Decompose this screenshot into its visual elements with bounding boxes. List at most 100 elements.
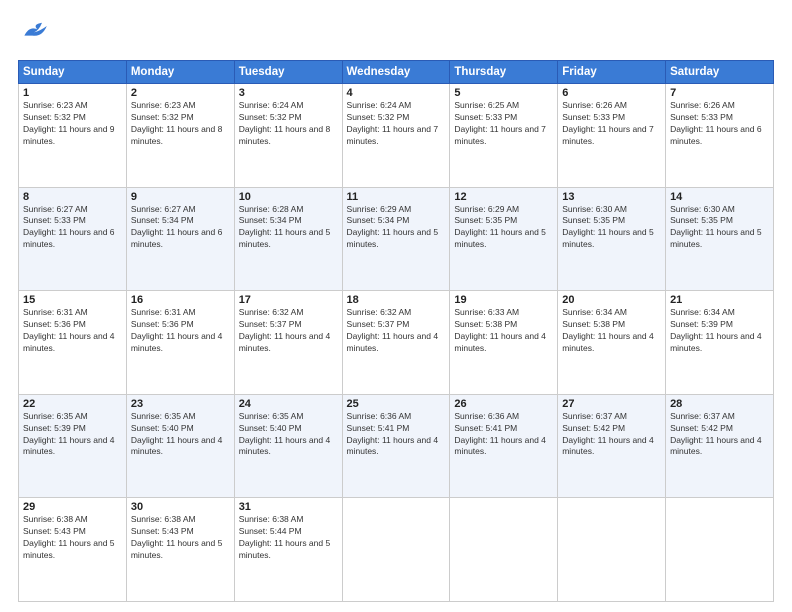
day-number: 11 <box>347 191 446 203</box>
calendar-cell: 22 Sunrise: 6:35 AMSunset: 5:39 PMDaylig… <box>19 394 127 498</box>
calendar-cell: 2 Sunrise: 6:23 AMSunset: 5:32 PMDayligh… <box>126 84 234 188</box>
cell-info: Sunrise: 6:30 AMSunset: 5:35 PMDaylight:… <box>562 204 661 252</box>
day-number: 25 <box>347 398 446 410</box>
calendar-cell: 5 Sunrise: 6:25 AMSunset: 5:33 PMDayligh… <box>450 84 558 188</box>
cell-info: Sunrise: 6:33 AMSunset: 5:38 PMDaylight:… <box>454 307 553 355</box>
calendar-week-2: 8 Sunrise: 6:27 AMSunset: 5:33 PMDayligh… <box>19 187 774 291</box>
weekday-header-row: SundayMondayTuesdayWednesdayThursdayFrid… <box>19 61 774 84</box>
calendar-cell: 31 Sunrise: 6:38 AMSunset: 5:44 PMDaylig… <box>234 498 342 602</box>
day-number: 20 <box>562 294 661 306</box>
cell-info: Sunrise: 6:37 AMSunset: 5:42 PMDaylight:… <box>670 411 769 459</box>
calendar-cell <box>666 498 774 602</box>
calendar-week-3: 15 Sunrise: 6:31 AMSunset: 5:36 PMDaylig… <box>19 291 774 395</box>
day-number: 1 <box>23 87 122 99</box>
day-number: 27 <box>562 398 661 410</box>
calendar-table: SundayMondayTuesdayWednesdayThursdayFrid… <box>18 60 774 602</box>
calendar-cell: 6 Sunrise: 6:26 AMSunset: 5:33 PMDayligh… <box>558 84 666 188</box>
weekday-header-monday: Monday <box>126 61 234 84</box>
calendar-cell: 10 Sunrise: 6:28 AMSunset: 5:34 PMDaylig… <box>234 187 342 291</box>
logo-icon <box>18 18 50 50</box>
calendar-cell: 7 Sunrise: 6:26 AMSunset: 5:33 PMDayligh… <box>666 84 774 188</box>
calendar-cell: 21 Sunrise: 6:34 AMSunset: 5:39 PMDaylig… <box>666 291 774 395</box>
calendar-cell: 16 Sunrise: 6:31 AMSunset: 5:36 PMDaylig… <box>126 291 234 395</box>
calendar-cell: 19 Sunrise: 6:33 AMSunset: 5:38 PMDaylig… <box>450 291 558 395</box>
calendar-cell: 1 Sunrise: 6:23 AMSunset: 5:32 PMDayligh… <box>19 84 127 188</box>
cell-info: Sunrise: 6:36 AMSunset: 5:41 PMDaylight:… <box>454 411 553 459</box>
cell-info: Sunrise: 6:29 AMSunset: 5:34 PMDaylight:… <box>347 204 446 252</box>
calendar-cell <box>558 498 666 602</box>
day-number: 8 <box>23 191 122 203</box>
cell-info: Sunrise: 6:34 AMSunset: 5:38 PMDaylight:… <box>562 307 661 355</box>
cell-info: Sunrise: 6:24 AMSunset: 5:32 PMDaylight:… <box>239 100 338 148</box>
day-number: 7 <box>670 87 769 99</box>
weekday-header-wednesday: Wednesday <box>342 61 450 84</box>
calendar-cell: 23 Sunrise: 6:35 AMSunset: 5:40 PMDaylig… <box>126 394 234 498</box>
cell-info: Sunrise: 6:26 AMSunset: 5:33 PMDaylight:… <box>670 100 769 148</box>
calendar-cell: 11 Sunrise: 6:29 AMSunset: 5:34 PMDaylig… <box>342 187 450 291</box>
day-number: 28 <box>670 398 769 410</box>
day-number: 19 <box>454 294 553 306</box>
calendar-cell: 18 Sunrise: 6:32 AMSunset: 5:37 PMDaylig… <box>342 291 450 395</box>
calendar-week-1: 1 Sunrise: 6:23 AMSunset: 5:32 PMDayligh… <box>19 84 774 188</box>
day-number: 13 <box>562 191 661 203</box>
cell-info: Sunrise: 6:37 AMSunset: 5:42 PMDaylight:… <box>562 411 661 459</box>
day-number: 30 <box>131 501 230 513</box>
calendar-cell <box>342 498 450 602</box>
calendar-cell: 26 Sunrise: 6:36 AMSunset: 5:41 PMDaylig… <box>450 394 558 498</box>
cell-info: Sunrise: 6:38 AMSunset: 5:43 PMDaylight:… <box>23 514 122 562</box>
calendar-cell: 24 Sunrise: 6:35 AMSunset: 5:40 PMDaylig… <box>234 394 342 498</box>
calendar-cell: 28 Sunrise: 6:37 AMSunset: 5:42 PMDaylig… <box>666 394 774 498</box>
calendar-cell: 25 Sunrise: 6:36 AMSunset: 5:41 PMDaylig… <box>342 394 450 498</box>
calendar-cell: 9 Sunrise: 6:27 AMSunset: 5:34 PMDayligh… <box>126 187 234 291</box>
day-number: 6 <box>562 87 661 99</box>
day-number: 29 <box>23 501 122 513</box>
day-number: 15 <box>23 294 122 306</box>
day-number: 2 <box>131 87 230 99</box>
cell-info: Sunrise: 6:23 AMSunset: 5:32 PMDaylight:… <box>131 100 230 148</box>
calendar-cell <box>450 498 558 602</box>
calendar-cell: 29 Sunrise: 6:38 AMSunset: 5:43 PMDaylig… <box>19 498 127 602</box>
calendar-week-5: 29 Sunrise: 6:38 AMSunset: 5:43 PMDaylig… <box>19 498 774 602</box>
day-number: 22 <box>23 398 122 410</box>
cell-info: Sunrise: 6:35 AMSunset: 5:40 PMDaylight:… <box>131 411 230 459</box>
day-number: 12 <box>454 191 553 203</box>
cell-info: Sunrise: 6:36 AMSunset: 5:41 PMDaylight:… <box>347 411 446 459</box>
calendar-cell: 13 Sunrise: 6:30 AMSunset: 5:35 PMDaylig… <box>558 187 666 291</box>
calendar-cell: 3 Sunrise: 6:24 AMSunset: 5:32 PMDayligh… <box>234 84 342 188</box>
cell-info: Sunrise: 6:27 AMSunset: 5:33 PMDaylight:… <box>23 204 122 252</box>
day-number: 24 <box>239 398 338 410</box>
day-number: 14 <box>670 191 769 203</box>
cell-info: Sunrise: 6:31 AMSunset: 5:36 PMDaylight:… <box>131 307 230 355</box>
weekday-header-tuesday: Tuesday <box>234 61 342 84</box>
calendar-cell: 15 Sunrise: 6:31 AMSunset: 5:36 PMDaylig… <box>19 291 127 395</box>
day-number: 4 <box>347 87 446 99</box>
cell-info: Sunrise: 6:27 AMSunset: 5:34 PMDaylight:… <box>131 204 230 252</box>
day-number: 10 <box>239 191 338 203</box>
weekday-header-sunday: Sunday <box>19 61 127 84</box>
cell-info: Sunrise: 6:23 AMSunset: 5:32 PMDaylight:… <box>23 100 122 148</box>
cell-info: Sunrise: 6:25 AMSunset: 5:33 PMDaylight:… <box>454 100 553 148</box>
cell-info: Sunrise: 6:30 AMSunset: 5:35 PMDaylight:… <box>670 204 769 252</box>
cell-info: Sunrise: 6:38 AMSunset: 5:43 PMDaylight:… <box>131 514 230 562</box>
day-number: 23 <box>131 398 230 410</box>
cell-info: Sunrise: 6:32 AMSunset: 5:37 PMDaylight:… <box>239 307 338 355</box>
cell-info: Sunrise: 6:24 AMSunset: 5:32 PMDaylight:… <box>347 100 446 148</box>
cell-info: Sunrise: 6:26 AMSunset: 5:33 PMDaylight:… <box>562 100 661 148</box>
weekday-header-thursday: Thursday <box>450 61 558 84</box>
weekday-header-saturday: Saturday <box>666 61 774 84</box>
day-number: 16 <box>131 294 230 306</box>
weekday-header-friday: Friday <box>558 61 666 84</box>
day-number: 3 <box>239 87 338 99</box>
calendar-cell: 27 Sunrise: 6:37 AMSunset: 5:42 PMDaylig… <box>558 394 666 498</box>
calendar-week-4: 22 Sunrise: 6:35 AMSunset: 5:39 PMDaylig… <box>19 394 774 498</box>
calendar-cell: 17 Sunrise: 6:32 AMSunset: 5:37 PMDaylig… <box>234 291 342 395</box>
day-number: 5 <box>454 87 553 99</box>
day-number: 17 <box>239 294 338 306</box>
logo <box>18 18 54 50</box>
calendar-cell: 30 Sunrise: 6:38 AMSunset: 5:43 PMDaylig… <box>126 498 234 602</box>
day-number: 31 <box>239 501 338 513</box>
cell-info: Sunrise: 6:35 AMSunset: 5:39 PMDaylight:… <box>23 411 122 459</box>
cell-info: Sunrise: 6:34 AMSunset: 5:39 PMDaylight:… <box>670 307 769 355</box>
calendar-cell: 14 Sunrise: 6:30 AMSunset: 5:35 PMDaylig… <box>666 187 774 291</box>
day-number: 9 <box>131 191 230 203</box>
